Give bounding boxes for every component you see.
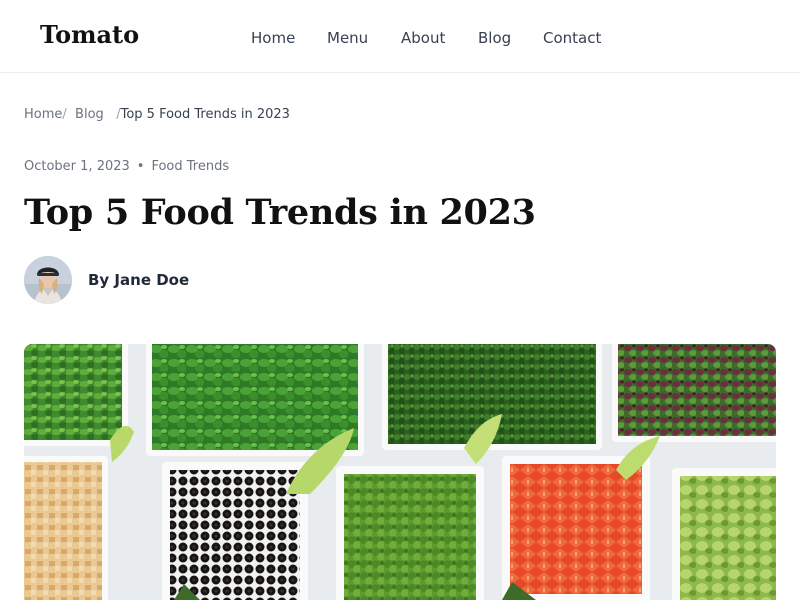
main-nav: Home Menu About Blog Contact <box>0 27 800 49</box>
post-meta: October 1, 2023 • Food Trends <box>24 158 229 176</box>
site-header: Tomato Home Menu About Blog Contact <box>0 0 800 73</box>
breadcrumb: Home/ Blog /Top 5 Food Trends in 2023 <box>24 106 290 124</box>
hero-image <box>24 344 776 600</box>
vegetable-bowls-icon <box>24 344 776 600</box>
post-title: Top 5 Food Trends in 2023 <box>24 192 536 233</box>
breadcrumb-blog[interactable]: Blog <box>75 107 104 122</box>
post-date: October 1, 2023 <box>24 159 130 174</box>
nav-contact[interactable]: Contact <box>543 27 601 49</box>
meta-separator: • <box>136 159 145 174</box>
avatar-photo-icon <box>24 256 72 304</box>
author-avatar[interactable] <box>24 256 72 304</box>
author-block: By Jane Doe <box>24 256 324 304</box>
breadcrumb-current: Top 5 Food Trends in 2023 <box>120 107 290 122</box>
nav-about[interactable]: About <box>401 27 445 49</box>
nav-blog[interactable]: Blog <box>478 27 511 49</box>
post-category-link[interactable]: Food Trends <box>151 159 229 174</box>
nav-menu[interactable]: Menu <box>327 27 368 49</box>
nav-home[interactable]: Home <box>251 27 295 49</box>
author-name[interactable]: By Jane Doe <box>88 270 189 290</box>
breadcrumb-home[interactable]: Home <box>24 107 62 122</box>
